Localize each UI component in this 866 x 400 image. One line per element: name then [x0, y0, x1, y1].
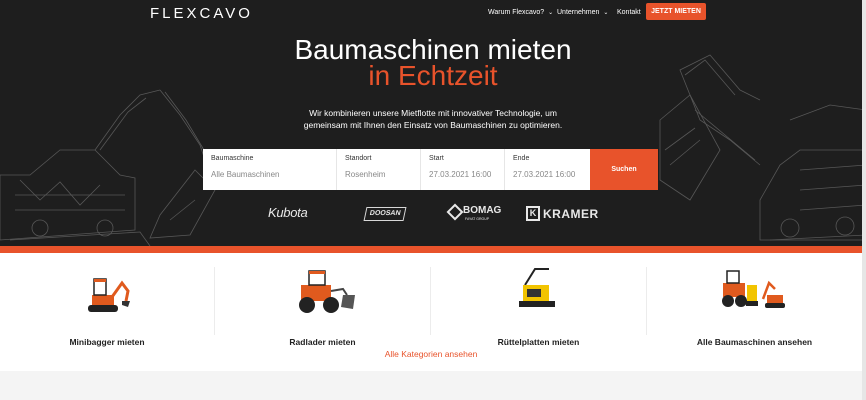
machine-field-value: Alle Baumaschinen	[211, 170, 280, 179]
start-date-field-value: 27.03.2021 16:00	[429, 170, 492, 179]
location-field-label: Standort	[345, 155, 372, 162]
location-field[interactable]: Standort Rosenheim	[337, 149, 421, 190]
bomag-name: BOMAG	[463, 205, 502, 216]
kramer-name: KRAMER	[543, 207, 599, 221]
hero-title-line2: in Echtzeit	[368, 60, 498, 91]
hero-subtitle-line2: gemeinsam mit Ihnen den Einsatz von Baum…	[303, 120, 563, 130]
search-button[interactable]: Suchen	[590, 149, 658, 190]
category-vibratory-plate[interactable]: Rüttelplatten mieten	[431, 265, 646, 347]
category-label: Minibagger mieten	[69, 337, 145, 347]
nav-item-label: Kontakt	[617, 9, 641, 16]
wheel-loader-icon	[299, 270, 355, 313]
end-date-field[interactable]: Ende 27.03.2021 16:00	[505, 149, 590, 190]
accent-divider	[0, 246, 866, 253]
vibratory-plate-icon	[519, 268, 555, 307]
nav-item-label: Warum Flexcavo?	[488, 9, 545, 16]
flexcavo-logo[interactable]: FLEXCAVO	[150, 5, 253, 22]
all-machines-icon	[722, 270, 785, 308]
end-date-field-value: 27.03.2021 16:00	[513, 170, 576, 179]
category-label: Alle Baumaschinen ansehen	[696, 337, 813, 347]
machine-field[interactable]: Baumaschine Alle Baumaschinen	[203, 149, 337, 190]
nav-item-label: Unternehmen	[557, 9, 600, 16]
kramer-mark-icon: K	[526, 206, 540, 221]
scrollbar-track[interactable]	[862, 0, 866, 400]
category-all-machines[interactable]: Alle Baumaschinen ansehen	[647, 265, 862, 347]
hero-subtitle: Wir kombinieren unsere Mietflotte mit in…	[0, 107, 866, 131]
nav-item-unternehmen[interactable]: Unternehmen ⌄	[557, 9, 608, 16]
search-bar: Baumaschine Alle Baumaschinen Standort R…	[203, 149, 658, 190]
kubota-logo: Kubota	[268, 205, 308, 220]
hero-subtitle-line1: Wir kombinieren unsere Mietflotte mit in…	[309, 108, 557, 118]
chevron-down-icon: ⌄	[548, 10, 554, 16]
category-label: Radlader mieten	[289, 337, 356, 347]
nav-item-warum[interactable]: Warum Flexcavo? ⌄	[488, 9, 553, 16]
category-section: Minibagger mieten Radlader mieten Rüttel…	[0, 253, 862, 371]
location-field-value: Rosenheim	[345, 170, 386, 179]
category-wheel-loader[interactable]: Radlader mieten	[215, 265, 430, 347]
bomag-sub: FAYAT GROUP	[465, 217, 490, 221]
start-date-field[interactable]: Start 27.03.2021 16:00	[421, 149, 505, 190]
hero-section: FLEXCAVO Warum Flexcavo? ⌄ Unternehmen ⌄ K…	[0, 0, 866, 246]
machine-field-label: Baumaschine	[211, 155, 254, 162]
chevron-down-icon: ⌄	[603, 10, 609, 16]
rent-now-button[interactable]: JETZT MIETEN	[646, 3, 706, 20]
category-label: Rüttelplatten mieten	[497, 337, 580, 347]
doosan-logo: DOOSAN	[363, 207, 407, 221]
nav-item-kontakt[interactable]: Kontakt	[617, 9, 641, 16]
end-date-field-label: Ende	[513, 155, 530, 162]
mini-excavator-icon	[88, 278, 130, 312]
all-categories-link[interactable]: Alle Kategorien ansehen	[0, 349, 862, 359]
start-date-field-label: Start	[429, 155, 444, 162]
category-mini-excavator[interactable]: Minibagger mieten	[0, 265, 214, 347]
